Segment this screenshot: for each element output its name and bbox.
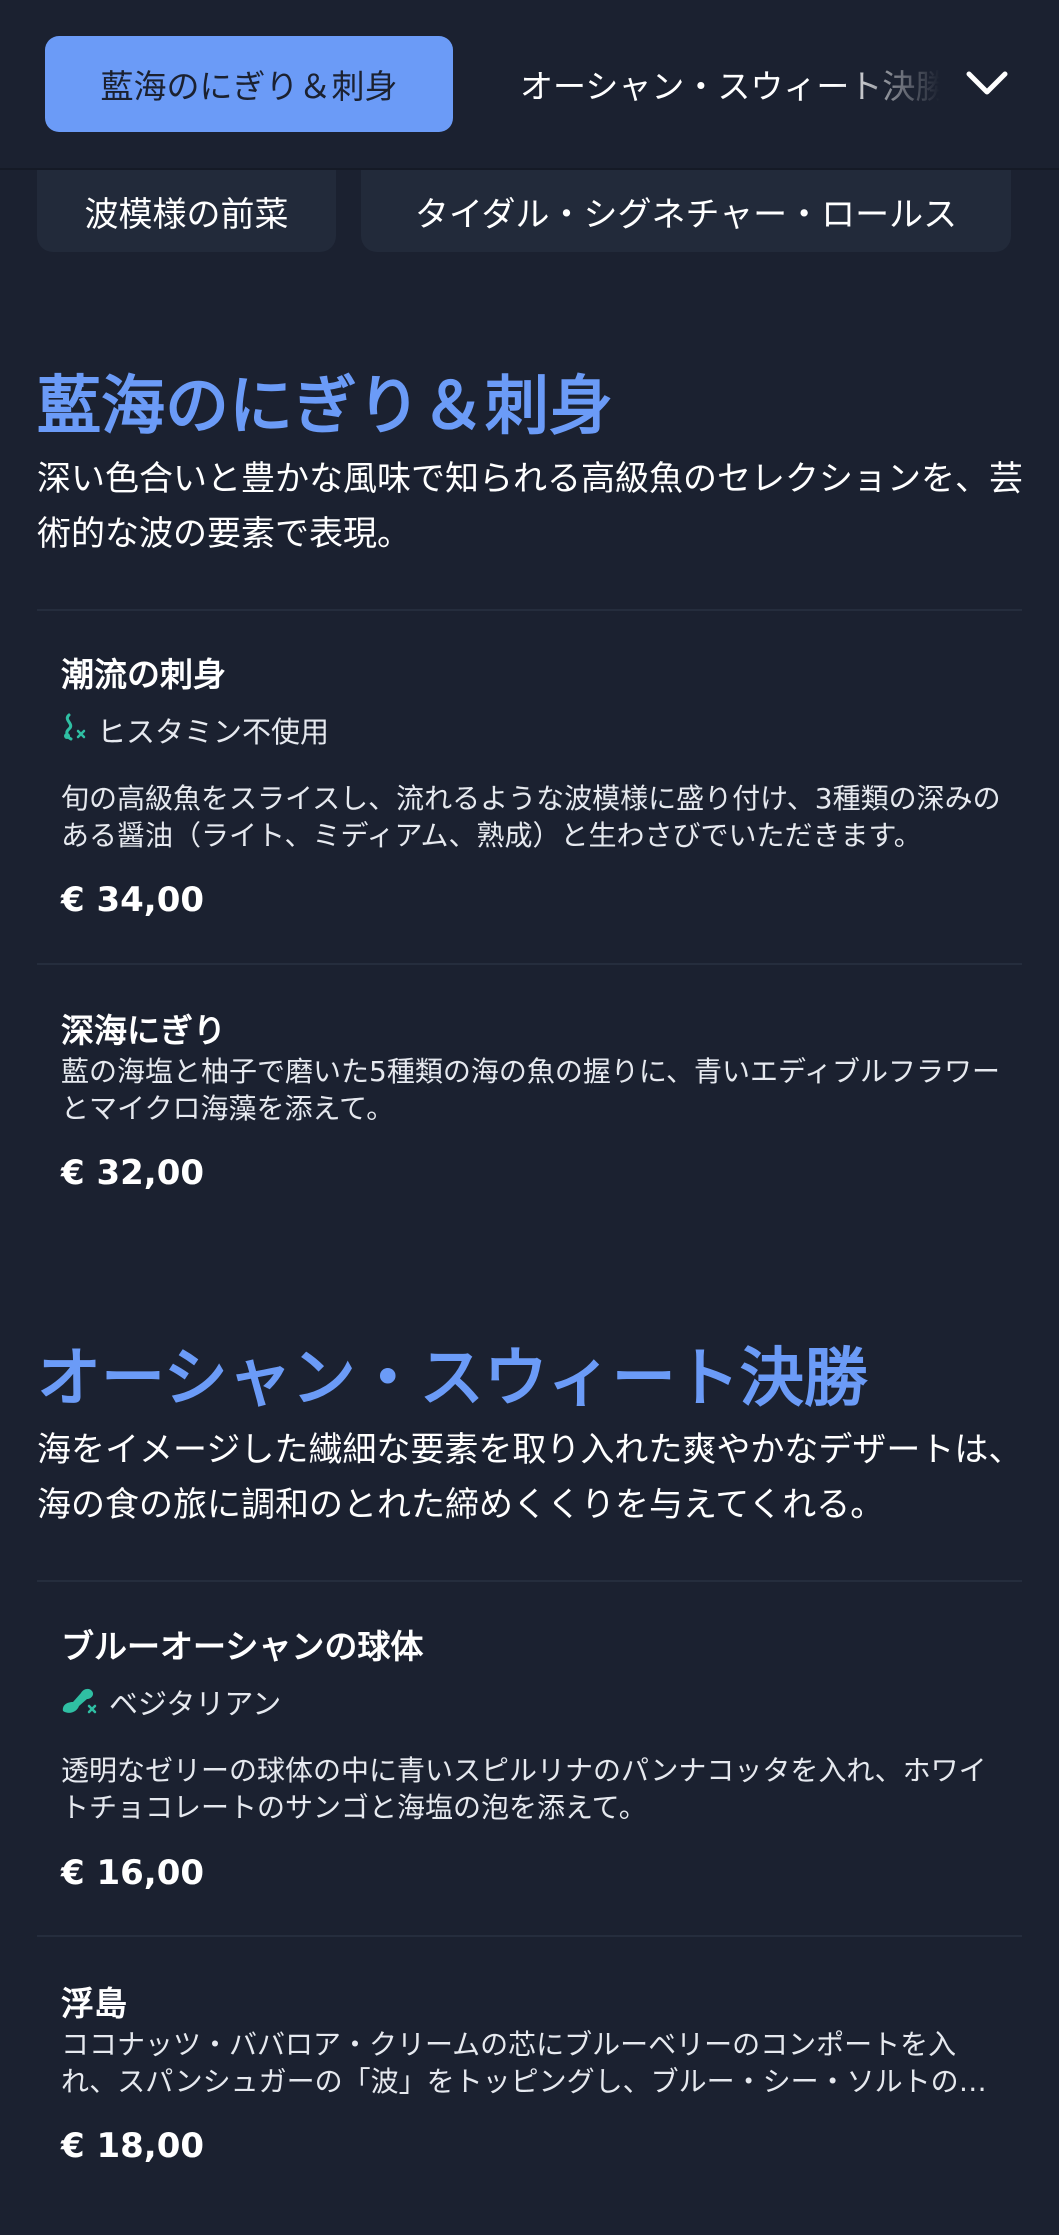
histamine-free-icon — [59, 712, 87, 749]
divider — [37, 963, 1022, 965]
item-price: € 16,00 — [61, 1853, 205, 1893]
vegetarian-icon — [59, 1681, 99, 1724]
item-description: 透明なゼリーの球体の中に青いスピルリナのパンナコッタを入れ、ホワイトチョコレート… — [61, 1754, 987, 1824]
item-price: € 32,00 — [61, 1153, 205, 1193]
tab-tidal-signature-rolls[interactable]: タイダル・シグネチャー・ロールス — [361, 170, 1011, 252]
section-title: 藍海のにぎり＆刺身 — [37, 370, 613, 444]
dietary-tag-label: ヒスタミン不使用 — [97, 715, 330, 749]
item-name: 浮島 — [61, 1984, 127, 2023]
tab-wave-appetizers[interactable]: 波模様の前菜 — [37, 170, 336, 252]
chevron-down-icon[interactable] — [960, 60, 1014, 108]
item-name: ブルーオーシャンの球体 — [61, 1627, 424, 1666]
item-name: 深海にぎり — [61, 1011, 226, 1050]
divider — [37, 1935, 1022, 1937]
tab-aikai-nigiri-sashimi[interactable]: 藍海のにぎり＆刺身 — [45, 36, 453, 132]
item-price: € 18,00 — [61, 2126, 205, 2166]
subcategory-tabs: 波模様の前菜 タイダル・シグネチャー・ロールス — [0, 170, 1059, 252]
item-description: ココナッツ・ババロア・クリームの芯にブルーベリーのコンポートを入れ、スパンシュガ… — [61, 2028, 987, 2098]
dietary-tag: ヒスタミン不使用 — [59, 710, 329, 750]
item-name: 潮流の刺身 — [61, 655, 226, 694]
tab-ocean-sweet-finale[interactable]: オーシャン・スウィート決勝 — [520, 36, 940, 132]
dietary-tag: ベジタリアン — [59, 1682, 281, 1722]
section-title: オーシャン・スウィート決勝 — [37, 1342, 868, 1416]
section-description: 海をイメージした繊細な要素を取り入れた爽やかなデザートは、海の食の旅に調和のとれ… — [37, 1430, 1023, 1525]
section-description: 深い色合いと豊かな風味で知られる高級魚のセレクションを、芸術的な波の要素で表現。 — [37, 459, 1023, 554]
item-price: € 34,00 — [61, 880, 205, 920]
divider — [37, 609, 1022, 611]
item-description: 藍の海塩と柚子で磨いた5種類の海の魚の握りに、青いエディブルフラワーとマイクロ海… — [61, 1055, 1001, 1125]
item-description: 旬の高級魚をスライスし、流れるような波模様に盛り付け、3種類の深みのある醤油（ラ… — [61, 782, 1001, 852]
divider — [37, 1580, 1022, 1582]
dietary-tag-label: ベジタリアン — [109, 1687, 282, 1721]
category-nav-bar: 藍海のにぎり＆刺身 オーシャン・スウィート決勝 — [0, 0, 1059, 170]
